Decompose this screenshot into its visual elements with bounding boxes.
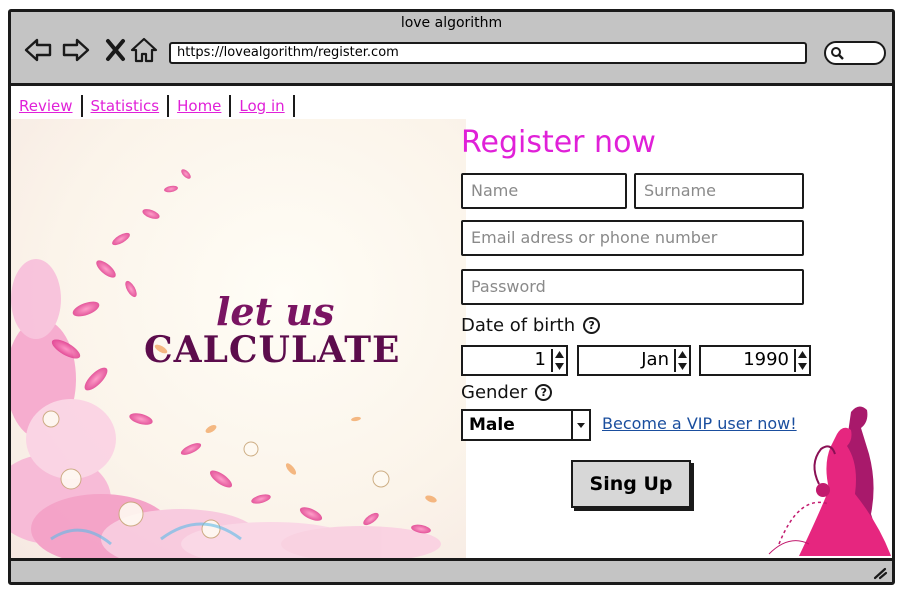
status-bar: [11, 558, 892, 582]
stepper-arrows-icon[interactable]: [794, 349, 807, 372]
dob-month-stepper[interactable]: Jan: [577, 345, 691, 376]
dob-help-icon[interactable]: ?: [583, 317, 601, 334]
browser-search-box[interactable]: [824, 41, 886, 65]
dob-label-row: Date of birth ?: [461, 315, 601, 336]
dob-year-value: 1990: [743, 349, 789, 370]
gender-label-row: Gender ?: [461, 382, 553, 403]
home-icon[interactable]: [129, 36, 159, 64]
gender-select[interactable]: Male: [461, 409, 591, 441]
signup-button[interactable]: Sing Up: [571, 460, 691, 508]
stepper-arrows-icon[interactable]: [551, 349, 564, 372]
stepper-arrows-icon[interactable]: [674, 349, 687, 372]
nav-link-login[interactable]: Log in: [237, 95, 295, 117]
stop-x-icon[interactable]: [101, 36, 131, 64]
nav-link-review[interactable]: Review: [17, 95, 83, 117]
nav-link-home[interactable]: Home: [175, 95, 232, 117]
couple-illustration: [768, 406, 891, 556]
page-content: Review Statistics Home Log in let us CAL…: [11, 89, 892, 558]
chevron-down-icon[interactable]: [571, 411, 589, 439]
window-title: love algorithm: [400, 15, 503, 31]
browser-chrome: love algorithm https://lovealgorithm/reg…: [11, 12, 892, 86]
dob-month-value: Jan: [641, 349, 669, 370]
hero-banner: let us CALCULATE: [11, 119, 466, 558]
back-arrow-icon[interactable]: [23, 36, 53, 64]
password-field[interactable]: Password: [461, 269, 804, 305]
browser-window: love algorithm https://lovealgorithm/reg…: [8, 9, 895, 585]
nav-link-statistics[interactable]: Statistics: [89, 95, 170, 117]
hero-tagline-line2: CALCULATE: [144, 329, 401, 371]
gender-value: Male: [469, 415, 515, 435]
email-field[interactable]: Email adress or phone number: [461, 220, 804, 256]
register-title: Register now: [461, 125, 656, 160]
gender-help-icon[interactable]: ?: [535, 384, 553, 401]
surname-field[interactable]: Surname: [634, 173, 804, 209]
address-bar[interactable]: https://lovealgorithm/register.com: [169, 42, 807, 64]
forward-arrow-icon[interactable]: [61, 36, 91, 64]
resize-grip-icon[interactable]: [872, 566, 888, 580]
name-field[interactable]: Name: [461, 173, 627, 209]
hero-tagline-line1: let us: [216, 289, 335, 334]
dob-label: Date of birth: [461, 315, 576, 336]
dob-day-value: 1: [534, 349, 546, 370]
top-nav: Review Statistics Home Log in: [17, 95, 301, 117]
dob-day-stepper[interactable]: 1: [461, 345, 568, 376]
search-icon: [831, 47, 844, 60]
dob-year-stepper[interactable]: 1990: [699, 345, 811, 376]
gender-label: Gender: [461, 382, 528, 403]
